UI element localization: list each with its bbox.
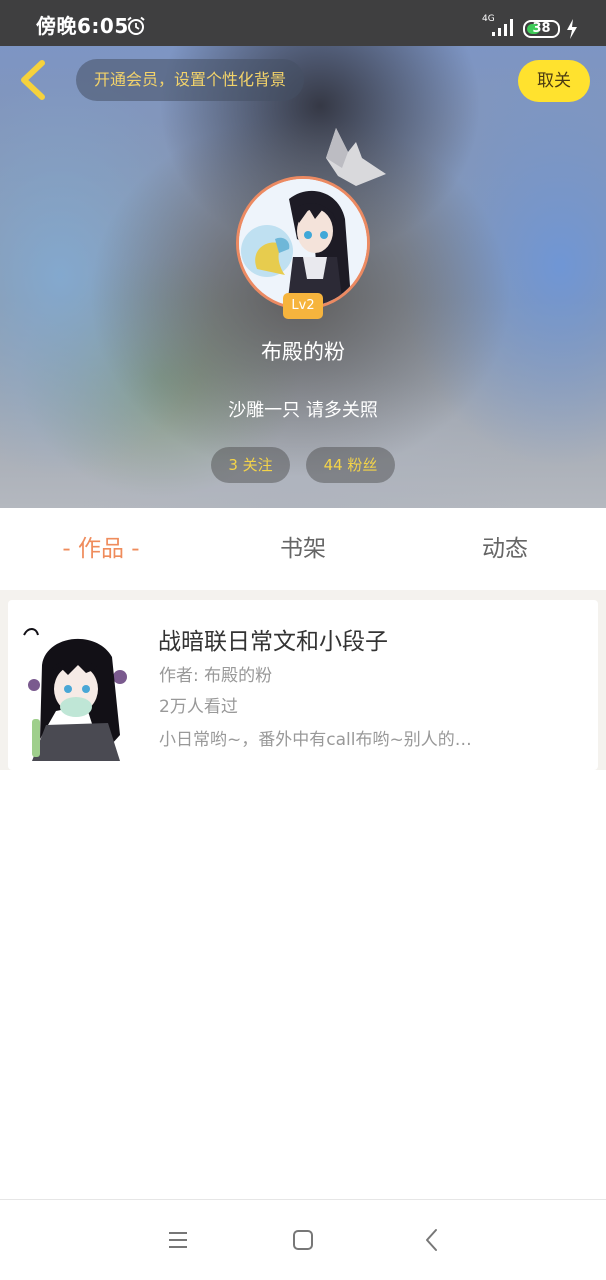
- tab-works[interactable]: - 作品 -: [0, 508, 202, 590]
- book-title: 战暗联日常文和小段子: [158, 629, 388, 655]
- home-square-icon[interactable]: [289, 1226, 317, 1254]
- back-triangle-icon[interactable]: [418, 1226, 446, 1254]
- book-cover: [16, 615, 130, 761]
- fans-count-button[interactable]: 44 粉丝: [306, 447, 395, 483]
- system-nav-bar: [0, 1199, 606, 1280]
- username: 布殿的粉: [261, 340, 345, 364]
- avatar[interactable]: [236, 176, 370, 310]
- book-author: 作者: 布殿的粉: [159, 666, 273, 686]
- charging-bolt-icon: [567, 19, 577, 39]
- unfollow-button[interactable]: 取关: [518, 60, 590, 102]
- avatar-illustration: [239, 179, 367, 307]
- list-item[interactable]: 战暗联日常文和小段子 作者: 布殿的粉 2万人看过 小日常哟~，番外中有call…: [8, 600, 598, 770]
- alarm-clock-icon: [127, 16, 145, 35]
- following-count-button[interactable]: 3 关注: [211, 447, 290, 483]
- status-time: 傍晚6:05: [36, 14, 129, 38]
- user-bio: 沙雕一只 请多关照: [228, 400, 378, 421]
- profile-tabs: - 作品 - 书架 动态: [0, 508, 606, 590]
- book-cover-illustration: [16, 615, 130, 761]
- tab-bookshelf[interactable]: 书架: [202, 508, 404, 590]
- signal-strength-icon: [492, 19, 513, 36]
- chevron-left-icon[interactable]: [14, 58, 54, 102]
- status-bar: 傍晚6:05 4G 38: [0, 0, 606, 46]
- tab-activity[interactable]: 动态: [404, 508, 606, 590]
- vip-background-banner[interactable]: 开通会员，设置个性化背景: [76, 59, 305, 101]
- menu-icon[interactable]: [164, 1226, 192, 1254]
- battery-indicator: 38: [523, 20, 560, 38]
- avatar-crown-decoration: [326, 128, 386, 186]
- level-badge: Lv2: [283, 293, 323, 319]
- profile-header: 开通会员，设置个性化背景 取关 Lv2 布殿的粉 沙雕一只 请多关照 3 关注 …: [0, 46, 606, 508]
- book-description: 小日常哟~，番外中有call布哟~别人的…: [159, 730, 472, 750]
- book-view-count: 2万人看过: [159, 697, 238, 717]
- battery-level: 38: [532, 21, 551, 36]
